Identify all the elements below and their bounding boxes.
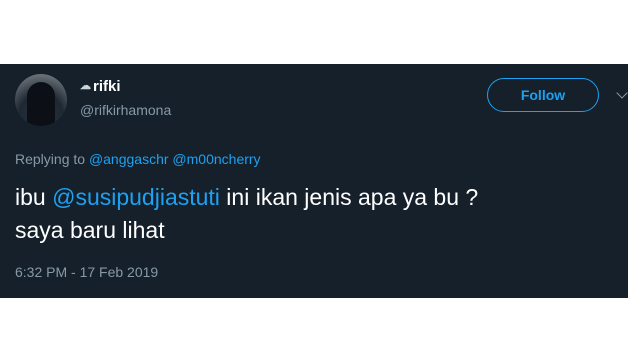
user-handle[interactable]: @rifkirhamona bbox=[80, 102, 171, 118]
follow-button[interactable]: Follow bbox=[487, 78, 599, 112]
tweet-mention[interactable]: @susipudjiastuti bbox=[52, 184, 220, 210]
tweet-text-before-mention: ibu bbox=[15, 184, 53, 210]
tweet-timestamp[interactable]: 6:32 PM - 17 Feb 2019 bbox=[15, 264, 158, 280]
reply-mention-anggaschr[interactable]: @anggaschr bbox=[89, 151, 169, 167]
display-name[interactable]: ☁ rifki bbox=[80, 78, 121, 95]
reply-mention-m00ncherry[interactable]: @m00ncherry bbox=[172, 151, 260, 167]
avatar-silhouette bbox=[27, 82, 55, 126]
tweet-text-after-mention: ini ikan jenis apa ya bu ? bbox=[219, 184, 479, 210]
tweet-card: ☁ rifki @rifkirhamona Follow Replying to… bbox=[0, 64, 628, 298]
cloud-emoji-icon: ☁ bbox=[80, 80, 91, 92]
tweet-line-2: saya baru lihat bbox=[15, 217, 165, 243]
tweet-text: ibu @susipudjiastuti ini ikan jenis apa … bbox=[15, 181, 615, 247]
replying-to-label: Replying to bbox=[15, 151, 86, 167]
display-name-text: rifki bbox=[93, 78, 121, 95]
avatar[interactable] bbox=[15, 74, 67, 126]
chevron-down-icon[interactable] bbox=[616, 87, 628, 99]
replying-to: Replying to @anggaschr @m00ncherry bbox=[15, 151, 261, 167]
tweet-line-1: ibu @susipudjiastuti ini ikan jenis apa … bbox=[15, 181, 615, 214]
